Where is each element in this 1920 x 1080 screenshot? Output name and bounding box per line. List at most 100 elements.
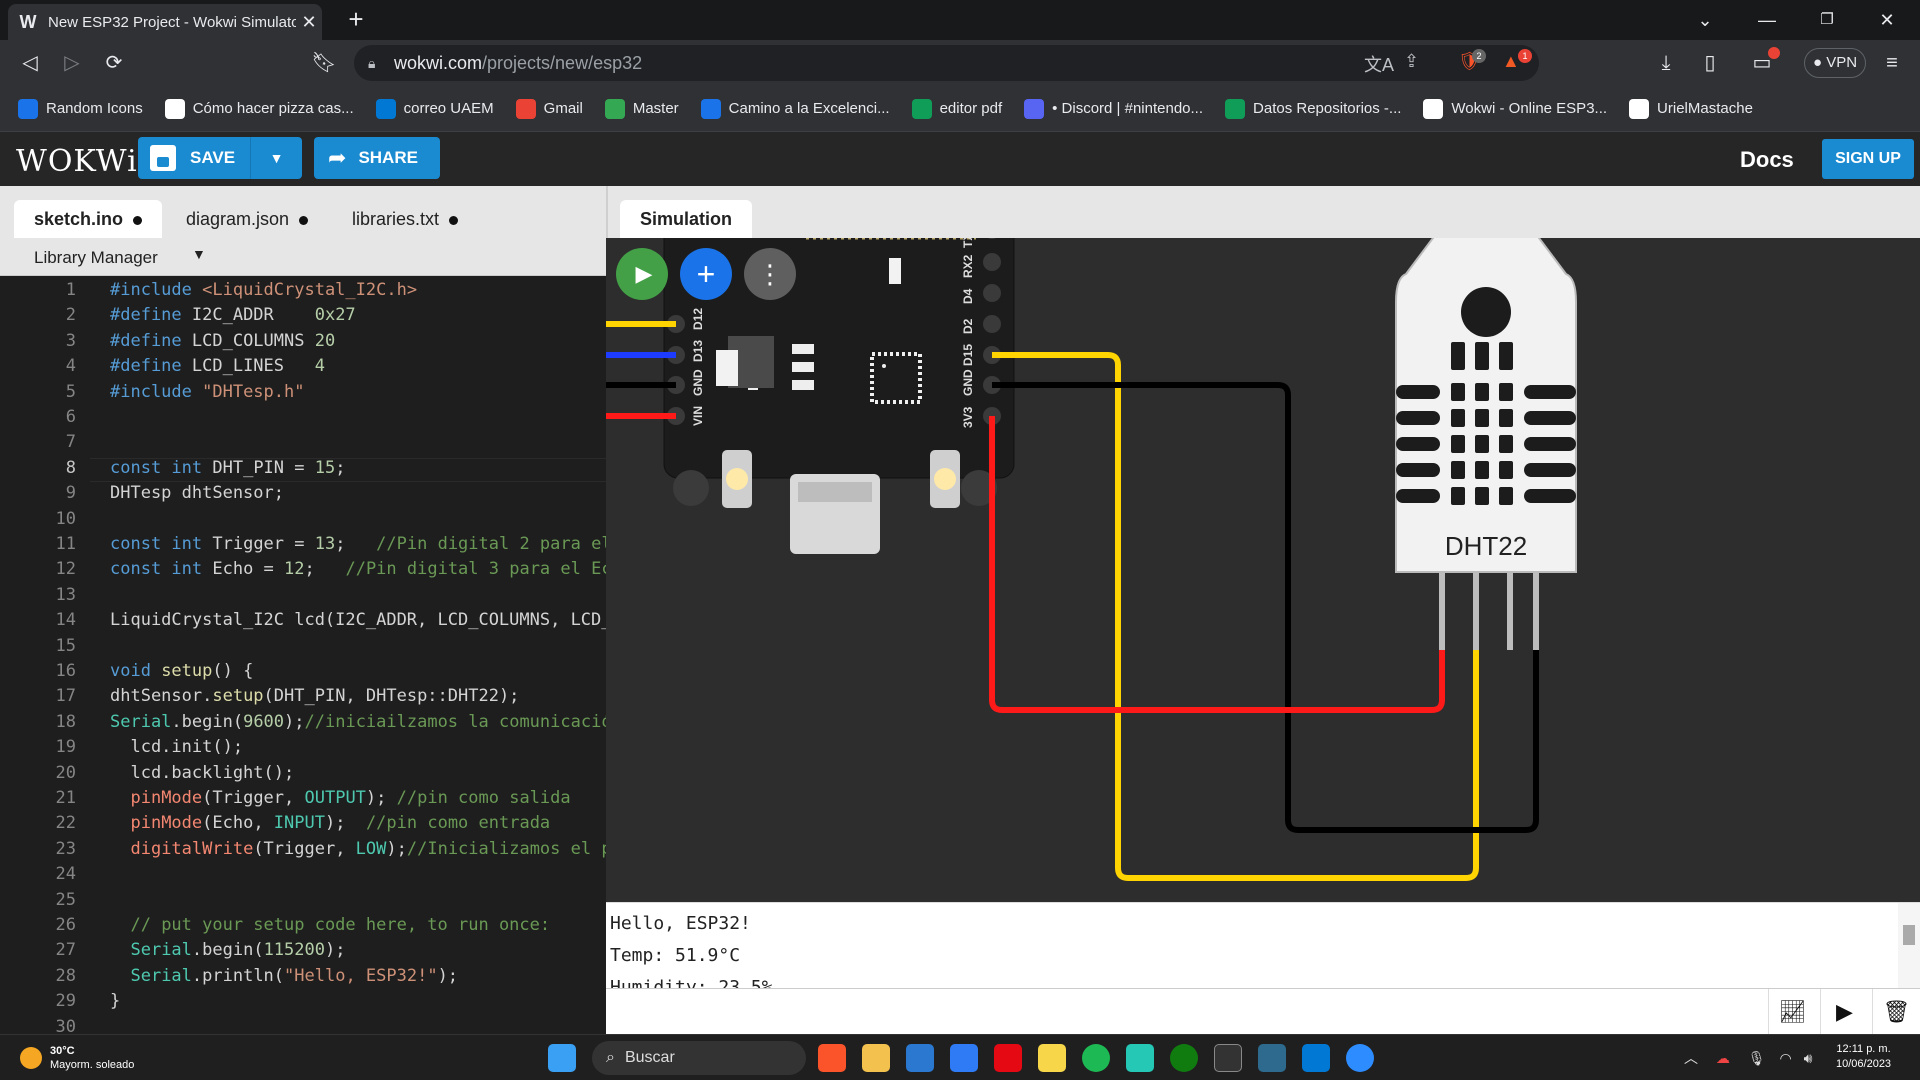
onboard-led [889,258,901,284]
back-icon[interactable]: ◁ [16,49,44,77]
serial-input-field[interactable]: 📈︎ ▶ 🗑︎ [606,988,1920,1035]
tab-diagram-json[interactable]: diagram.json [166,200,328,238]
microphone-icon[interactable]: 🎙︎ [1748,1050,1766,1066]
wifi-icon[interactable]: ◠ [1779,1050,1791,1066]
arduino-ide-icon[interactable] [1258,1044,1286,1072]
sign-up-button[interactable]: SIGN UP [1822,139,1914,179]
restore-button[interactable]: ❐ [1804,6,1850,34]
dht22-sensor[interactable]: DHT22 [1395,238,1577,650]
plotter-chart-icon[interactable]: 📈︎ [1768,989,1816,1035]
code-line: const int Echo = 12; //Pin digital 3 par… [110,559,606,579]
simulation-canvas[interactable]: D12 D13 GND VIN TX2 RX2 D4 D2 D15 GND 3V… [606,238,1920,902]
bookmark-item[interactable]: editor pdf [911,98,1002,119]
library-manager-caret-icon[interactable]: ▼ [192,246,206,262]
todo-check-icon[interactable] [950,1044,978,1072]
translate-icon[interactable]: 文A [1364,51,1394,77]
share-page-icon[interactable]: ⇪ [1404,51,1419,72]
code-token: 9600 [243,711,285,732]
serial-scrollbar[interactable] [1898,903,1920,989]
line-number: 17 [55,686,76,707]
tab-libraries-txt[interactable]: libraries.txt [332,200,478,238]
serial-monitor[interactable]: Hello, ESP32! Temp: 51.9°C Humidity: 23.… [606,902,1920,989]
xbox-icon[interactable] [1170,1044,1198,1072]
wokwi-logo[interactable]: WOKWi [16,144,138,179]
bookmark-item[interactable]: Master [604,98,679,119]
tab-search-chevron-icon[interactable]: ⌄ [1682,6,1728,34]
code-token: INPUT [273,813,325,834]
zoom-icon[interactable] [1346,1044,1374,1072]
code-editor-panel: sketch.ino diagram.json libraries.txt Li… [0,186,606,1034]
tab-sketch-ino[interactable]: sketch.ino [14,200,163,238]
volume-icon[interactable]: 🔊︎ [1804,1050,1813,1066]
netflix-icon[interactable] [994,1044,1022,1072]
sticky-notes-icon[interactable] [1038,1044,1066,1072]
forward-icon[interactable]: ▷ [58,49,86,77]
tab-simulation[interactable]: Simulation [620,200,753,238]
bookmark-item[interactable]: Camino a la Excelenci... [700,98,890,119]
download-icon[interactable]: ⤓ [1652,49,1680,77]
sidebar-icon[interactable]: ▯ [1696,49,1724,77]
bookmark-item[interactable]: Cómo hacer pizza cas... [164,98,354,119]
save-dropdown-icon[interactable]: ▼ [250,137,302,179]
taskbar-search[interactable]: ⌕ Buscar [592,1041,806,1075]
store-icon[interactable] [906,1044,934,1072]
wire-red-3v3-vcc[interactable] [989,416,1445,713]
pin-d2[interactable] [983,315,1001,333]
clear-trash-icon[interactable]: 🗑︎ [1872,989,1920,1035]
close-tab-icon[interactable]: ✕ [296,12,322,33]
game-app-icon[interactable] [1126,1044,1154,1072]
line-number: 12 [55,559,76,580]
pin-d4[interactable] [983,284,1001,302]
send-play-icon[interactable]: ▶ [1820,989,1868,1035]
start-simulation-button[interactable]: ▶ [616,248,668,300]
code-line: lcd.backlight(); [110,763,294,783]
bookmark-item[interactable]: Random Icons [18,98,143,119]
scrollbar-thumb[interactable] [1903,925,1915,945]
onedrive-icon[interactable]: ☁ [1716,1050,1730,1066]
epic-games-icon[interactable] [1214,1044,1242,1072]
pin-label-gnd-right: GND [961,369,975,396]
docs-link[interactable]: Docs [1740,147,1794,173]
vscode-icon[interactable] [1302,1044,1330,1072]
menu-icon[interactable]: ≡ [1878,49,1906,77]
rewards-badge: 1 [1518,49,1532,63]
line-number: 25 [55,889,76,910]
bookmark-item[interactable]: Datos Repositorios -... [1225,98,1401,119]
windows-start-icon[interactable] [548,1044,576,1072]
line-number: 14 [55,610,76,631]
bookmark-icon[interactable]: 🔖︎ [310,49,338,77]
bookmark-label: Cómo hacer pizza cas... [192,100,354,117]
search-icon: ⌕ [606,1049,615,1066]
browser-tab-active[interactable]: W New ESP32 Project - Wokwi Simulato ✕ [8,4,322,40]
bookmark-item[interactable]: • Discord | #nintendo... [1024,98,1203,119]
bookmark-item[interactable]: UrielMastache [1629,98,1753,119]
system-tray[interactable]: ︿ ☁ 🎙︎ ◠ 🔊︎ [1684,1048,1812,1068]
brave-app-icon[interactable] [818,1044,846,1072]
tray-chevron-icon[interactable]: ︿ [1684,1050,1698,1066]
code-token: (Trigger, [202,788,305,808]
more-options-button[interactable]: ⋮ [744,248,796,300]
library-manager-button[interactable]: Library Manager [34,248,158,268]
add-part-button[interactable]: + [680,248,732,300]
vpn-button[interactable]: ● VPN [1804,48,1866,78]
bookmark-item[interactable]: Wokwi - Online ESP3... [1423,98,1607,119]
new-tab-button[interactable]: + [342,6,370,34]
code-token: LiquidCrystal_I2C lcd(I2C_ADDR, LCD_COLU… [110,610,606,631]
save-button[interactable]: SAVE ▼ [138,137,302,179]
share-button[interactable]: ➦ SHARE [314,137,440,179]
pin-rx2[interactable] [983,253,1001,271]
boot-button[interactable] [722,450,752,508]
code-area[interactable]: 1 #include <LiquidCrystal_I2C.h> 2 #define … [0,276,606,1034]
kebab-menu-icon: ⋮ [757,258,783,289]
spotify-icon[interactable] [1082,1044,1110,1072]
file-explorer-icon[interactable] [862,1044,890,1072]
taskbar-clock[interactable]: 12:11 p. m. 10/06/2023 [1836,1042,1891,1072]
minimize-button[interactable]: — [1744,6,1790,34]
bookmark-item[interactable]: Gmail [515,98,583,119]
close-window-button[interactable]: ✕ [1864,6,1910,34]
reload-icon[interactable]: ⟳ [100,49,128,77]
en-button[interactable] [930,450,960,508]
bookmark-item[interactable]: correo UAEM [375,98,494,119]
address-bar[interactable]: 🔒︎ wokwi.com /projects/new/esp32 文A ⇪ 🛡︎… [354,45,1539,81]
save-label: SAVE [190,148,236,167]
